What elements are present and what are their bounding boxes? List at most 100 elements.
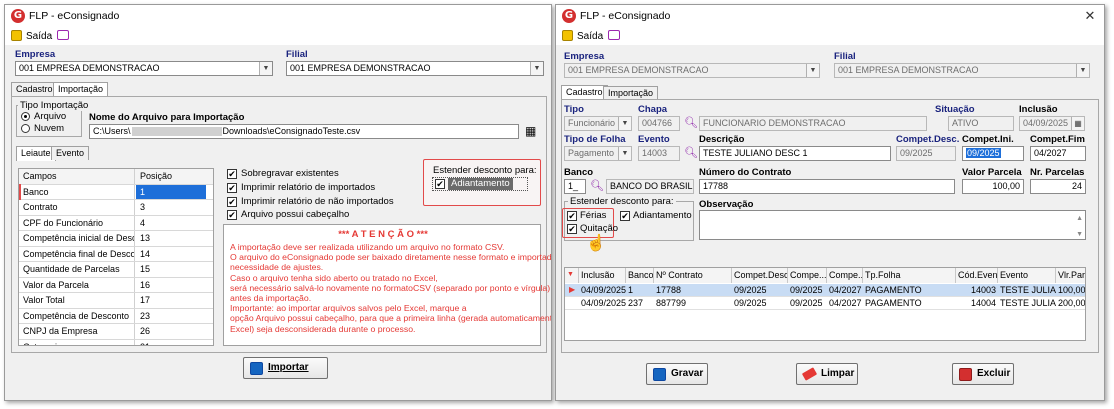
scroll-up-icon[interactable]: ▲ — [1076, 212, 1083, 225]
grid-row[interactable]: Quantidade de Parcelas 15 — [19, 262, 213, 278]
grid-row[interactable]: Competência inicial de Desconto13 — [19, 231, 213, 247]
valor-parcela-input[interactable]: 100,00 — [962, 179, 1024, 194]
col-tp-folha[interactable]: Tp.Folha — [863, 268, 956, 283]
contrato-input[interactable]: 17788 — [699, 179, 955, 194]
option-relatorio-nao-importados-label: Imprimir relatório de não importados — [241, 196, 394, 207]
sort-down-icon[interactable]: ▼ — [565, 268, 579, 283]
grid-row[interactable]: CNPJ da Empresa 26 — [19, 324, 213, 340]
compet-ini-input[interactable]: 09/2025 — [962, 146, 1024, 161]
col-compet-ini[interactable]: Compe... — [788, 268, 827, 283]
grid-cell-posicao[interactable]: 16 — [136, 277, 206, 292]
save-disk-icon — [250, 362, 263, 375]
col-inclusao[interactable]: Inclusão — [579, 268, 626, 283]
observacao-input[interactable]: ▲ ▼ — [699, 210, 1086, 240]
cell-evento: TESTE JULIA... — [1000, 298, 1056, 308]
chevron-down-icon[interactable]: ▼ — [618, 117, 631, 130]
calendar-icon[interactable]: ▦ — [1071, 117, 1084, 130]
radio-arquivo[interactable] — [21, 112, 30, 121]
checkbox-adiantamento[interactable]: ✔ — [620, 211, 630, 221]
tab-evento[interactable]: Evento — [51, 146, 90, 160]
exit-icon[interactable] — [562, 30, 573, 41]
col-contrato[interactable]: Nº Contrato — [654, 268, 732, 283]
col-evento[interactable]: Evento — [998, 268, 1056, 283]
col-compet-fim[interactable]: Compe... — [827, 268, 863, 283]
arquivo-input[interactable]: C:\Users\ Downloads\eConsignadoTeste.csv — [89, 124, 519, 139]
search-icon[interactable]: 🔍︎ — [684, 116, 698, 129]
descricao-input[interactable]: TESTE JULIANO DESC 1 — [699, 146, 891, 161]
radio-nuvem[interactable] — [21, 124, 30, 133]
cell-contrato: 17788 — [656, 285, 682, 295]
table-row[interactable]: 04/09/2025 237 887799 09/2025 09/2025 04/2027… — [565, 297, 1085, 310]
compet-fim-input[interactable]: 04/2027 — [1030, 146, 1086, 161]
exit-button[interactable]: Saída — [26, 31, 52, 42]
col-cod-even[interactable]: Cód.Even. — [956, 268, 998, 283]
arquivo-path-prefix: C:\Users\ — [93, 126, 131, 136]
tipo-folha-select[interactable]: Pagamento ▼ — [564, 146, 632, 161]
tipo-select[interactable]: Funcionário ▼ — [564, 116, 632, 131]
filial-select[interactable]: 001 EMPRESA DEMONSTRACAO ▼ — [286, 61, 544, 76]
checkbox-adiantamento[interactable]: ✔ — [435, 179, 445, 189]
checkbox-relatorio-nao-importados[interactable]: ✔ — [227, 197, 237, 207]
checkbox-sobregravar[interactable]: ✔ — [227, 169, 237, 179]
scroll-down-icon[interactable]: ▼ — [1076, 228, 1083, 239]
grid-cell-posicao[interactable]: 26 — [136, 324, 206, 339]
evento-input[interactable]: 14003 — [638, 146, 680, 161]
tab-cadastro[interactable]: Cadastro — [11, 82, 58, 96]
grid-cell-posicao[interactable]: 17 — [136, 293, 206, 308]
search-icon[interactable]: 🔍︎ — [590, 179, 604, 192]
checkbox-ferias[interactable]: ✔ — [567, 211, 577, 221]
checkbox-cabecalho[interactable]: ✔ — [227, 210, 237, 220]
grid-row[interactable]: Banco 1 — [19, 184, 213, 200]
grid-cell-posicao[interactable]: 15 — [136, 262, 206, 277]
nr-parcelas-input[interactable]: 24 — [1030, 179, 1086, 194]
chevron-down-icon[interactable]: ▼ — [1076, 64, 1089, 77]
browse-file-icon[interactable]: ▦ — [525, 124, 539, 138]
col-vlr-par[interactable]: Vlr.Par — [1056, 268, 1085, 283]
chevron-down-icon[interactable]: ▼ — [259, 62, 272, 75]
save-disk-icon — [653, 368, 666, 381]
tab-importacao[interactable]: Importação — [603, 86, 659, 100]
grid-cell-posicao[interactable]: 3 — [136, 200, 206, 215]
chevron-down-icon[interactable]: ▼ — [806, 64, 819, 77]
chat-icon[interactable] — [57, 30, 69, 40]
close-icon[interactable]: ✕ — [1082, 8, 1098, 24]
col-compet-desc[interactable]: Compet.Desc. — [732, 268, 788, 283]
search-icon[interactable]: 🔍︎ — [684, 146, 698, 159]
limpar-button[interactable]: Limpar — [796, 363, 858, 385]
empresa-select[interactable]: 001 EMPRESA DEMONSTRACAO ▼ — [564, 63, 820, 78]
chapa-input[interactable]: 004766 — [638, 116, 680, 131]
grid-row[interactable]: Contrato 3 — [19, 200, 213, 216]
tab-leiaute[interactable]: Leiaute — [16, 146, 56, 161]
grid-row[interactable]: Valor da Parcela 16 — [19, 277, 213, 293]
grid-row[interactable]: Categoria21 — [19, 339, 213, 345]
empresa-select[interactable]: 001 EMPRESA DEMONSTRACAO ▼ — [15, 61, 273, 76]
grid-cell-posicao[interactable]: 21 — [136, 339, 206, 345]
chat-icon[interactable] — [608, 30, 620, 40]
banco-code-input[interactable]: 1_ — [564, 179, 586, 194]
adiantamento-option[interactable]: ✔ Adiantamento — [432, 177, 528, 191]
checkbox-quitacao[interactable]: ✔ — [567, 224, 577, 234]
tab-importacao[interactable]: Importação — [53, 82, 109, 97]
grid-cell-posicao[interactable]: 13 — [136, 231, 206, 246]
grid-row[interactable]: Valor Total 17 — [19, 293, 213, 309]
inclusao-input[interactable]: 04/09/2025 ▦ — [1019, 116, 1085, 131]
filial-select[interactable]: 001 EMPRESA DEMONSTRACAO ▼ — [834, 63, 1090, 78]
grid-row[interactable]: Competência de Desconto 23 — [19, 308, 213, 324]
checkbox-relatorio-importados[interactable]: ✔ — [227, 183, 237, 193]
chevron-down-icon[interactable]: ▼ — [618, 147, 631, 160]
importar-button[interactable]: Importar — [243, 357, 328, 379]
table-row[interactable]: ▶ 04/09/2025 1 17788 09/2025 09/2025 04/2027 PA… — [565, 284, 1085, 297]
exit-button[interactable]: Saída — [577, 31, 603, 42]
grid-cell-posicao[interactable]: 14 — [136, 246, 206, 261]
grid-cell-posicao[interactable]: 4 — [136, 215, 206, 230]
grid-row[interactable]: CPF do Funcionário 4 — [19, 215, 213, 231]
grid-cell-posicao[interactable]: 23 — [136, 308, 206, 323]
chevron-down-icon[interactable]: ▼ — [530, 62, 543, 75]
grid-cell-posicao[interactable]: 1 — [136, 184, 206, 199]
excluir-button[interactable]: Excluir — [952, 363, 1014, 385]
grid-row[interactable]: Competência final de Desconto14 — [19, 246, 213, 262]
tab-cadastro[interactable]: Cadastro — [561, 85, 608, 100]
gravar-button[interactable]: Gravar — [646, 363, 708, 385]
col-banco[interactable]: Banco — [626, 268, 654, 283]
exit-icon[interactable] — [11, 30, 22, 41]
